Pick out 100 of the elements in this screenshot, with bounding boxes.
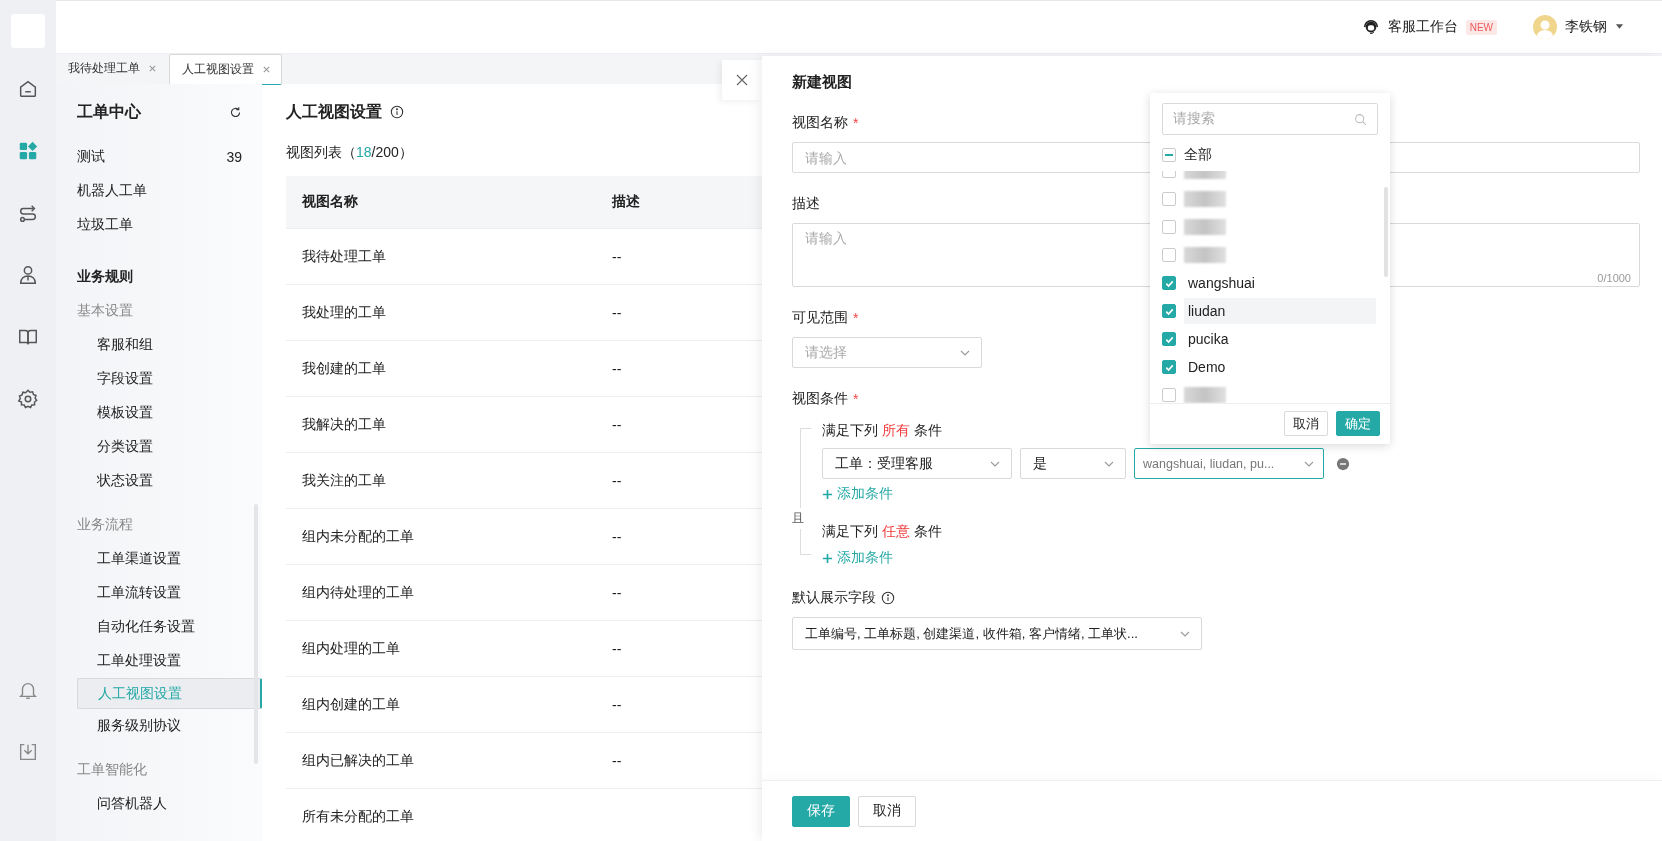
- nav-item[interactable]: 问答机器人: [77, 787, 262, 821]
- nav-item[interactable]: 字段设置: [77, 362, 262, 396]
- nav-item[interactable]: 客服和组: [77, 328, 262, 362]
- blurred-text: [1184, 191, 1226, 207]
- headset-icon[interactable]: [1361, 18, 1380, 36]
- column-header: 描述: [611, 193, 640, 211]
- cancel-button[interactable]: 取消: [1284, 411, 1328, 436]
- table-cell-text: 我待处理工单: [301, 247, 387, 266]
- apps-icon[interactable]: [17, 140, 39, 162]
- nav-item[interactable]: 状态设置: [77, 464, 262, 498]
- table-cell-text: 我关注的工单: [301, 471, 387, 490]
- tab[interactable]: 我待处理工单: [56, 54, 169, 84]
- table-cell-text: 所有未分配的工单: [301, 807, 415, 826]
- table-cell-text: --: [611, 640, 622, 657]
- plus-icon[interactable]: [822, 488, 833, 500]
- field-label: 描述: [792, 195, 820, 213]
- checkbox[interactable]: [1162, 332, 1176, 346]
- nav-item[interactable]: 工单流转设置: [77, 576, 262, 610]
- table-cell-text: --: [611, 416, 622, 433]
- table-cell-text: 组内待处理的工单: [301, 583, 415, 602]
- route-icon[interactable]: [17, 202, 39, 224]
- table-cell-text: 组内未分配的工单: [301, 527, 415, 546]
- condition-group-heading: 满足下列 所有 条件: [822, 422, 942, 440]
- avatar-icon[interactable]: [1533, 15, 1557, 39]
- table-cell-text: --: [611, 696, 622, 713]
- nav-item[interactable]: 自动化任务设置: [77, 610, 262, 644]
- download-icon[interactable]: [17, 741, 39, 763]
- table-cell-text: --: [611, 248, 622, 265]
- checkbox[interactable]: [1162, 360, 1176, 374]
- nav-item[interactable]: 服务级别协议: [77, 709, 262, 743]
- table-cell-text: 我解决的工单: [301, 415, 387, 434]
- caret-down-icon[interactable]: [1615, 24, 1624, 30]
- checkbox[interactable]: [1162, 192, 1176, 206]
- workbench-link[interactable]: 客服工作台: [1387, 18, 1458, 36]
- group-title: 业务流程: [77, 515, 134, 534]
- option-label[interactable]: pucika: [1184, 326, 1376, 352]
- table-cell-text: --: [611, 472, 622, 489]
- table-cell-text: 我创建的工单: [301, 359, 387, 378]
- close-icon[interactable]: [736, 74, 748, 86]
- cancel-button[interactable]: 取消: [858, 795, 916, 827]
- nav-item[interactable]: 工单处理设置: [77, 644, 262, 678]
- home-icon[interactable]: [17, 78, 39, 100]
- option-label[interactable]: Demo: [1184, 354, 1376, 380]
- nav-item[interactable]: 机器人工单: [77, 174, 262, 208]
- blurred-text: [1184, 387, 1226, 403]
- table-cell-text: 组内创建的工单: [301, 695, 401, 714]
- refresh-icon[interactable]: [229, 105, 242, 119]
- select-field[interactable]: 是: [1020, 448, 1126, 479]
- table-cell-text: --: [611, 584, 622, 601]
- nav-item[interactable]: 工单渠道设置: [77, 542, 262, 576]
- search-icon: [1354, 112, 1367, 126]
- blurred-text: [1184, 219, 1226, 235]
- table-cell-text: --: [611, 360, 622, 377]
- checkbox[interactable]: [1162, 276, 1176, 290]
- select-field[interactable]: wangshuai, liudan, pu...: [1134, 448, 1324, 479]
- settings-icon[interactable]: [17, 388, 39, 410]
- new-badge: NEW: [1465, 19, 1497, 35]
- person-icon[interactable]: [17, 264, 39, 286]
- select-field[interactable]: 工单：受理客服: [822, 448, 1012, 479]
- page-title: 人工视图设置: [286, 101, 382, 122]
- table-cell-text: --: [611, 304, 622, 321]
- checkbox[interactable]: [1162, 388, 1176, 402]
- tab[interactable]: 人工视图设置: [169, 54, 282, 85]
- character-counter: 0/1000: [1597, 272, 1631, 284]
- column-header: 视图名称: [301, 193, 359, 211]
- user-name[interactable]: 李铁钢: [1565, 18, 1607, 36]
- table-cell-text: 组内已解决的工单: [301, 751, 415, 770]
- section-heading: 业务规则: [77, 267, 134, 286]
- table-cell-text: 我处理的工单: [301, 303, 387, 322]
- blurred-text: [1184, 247, 1226, 263]
- remove-icon[interactable]: [1336, 456, 1350, 471]
- option-label[interactable]: 全部: [1184, 146, 1212, 164]
- list-count: 视图列表（18/200）: [286, 144, 413, 162]
- required-mark: *: [853, 115, 859, 131]
- nav-item[interactable]: 垃圾工单: [77, 208, 262, 242]
- checkbox[interactable]: [1162, 304, 1176, 318]
- close-icon[interactable]: [262, 65, 271, 74]
- checkbox[interactable]: [1162, 220, 1176, 234]
- nav-item[interactable]: 模板设置: [77, 396, 262, 430]
- nav-item[interactable]: 测试 39: [77, 140, 262, 174]
- select-field[interactable]: 工单编号, 工单标题, 创建渠道, 收件箱, 客户情绪, 工单状...: [792, 617, 1202, 650]
- connector-label: 且: [792, 508, 804, 529]
- checkbox[interactable]: [1162, 148, 1176, 162]
- info-icon: [390, 105, 404, 119]
- checkbox[interactable]: [1162, 248, 1176, 262]
- drawer-title: 新建视图: [792, 73, 853, 92]
- option-label[interactable]: liudan: [1184, 298, 1376, 324]
- field-label: 视图名称: [792, 114, 848, 132]
- condition-group-heading: 满足下列 任意 条件: [822, 523, 942, 541]
- group-title: 工单智能化: [77, 760, 148, 779]
- plus-icon[interactable]: [822, 552, 833, 564]
- required-mark: *: [853, 310, 859, 326]
- table-cell-text: --: [611, 752, 622, 769]
- nav-item[interactable]: 分类设置: [77, 430, 262, 464]
- field-label: 视图条件: [792, 390, 848, 408]
- close-icon[interactable]: [148, 63, 157, 73]
- nav-title: 工单中心: [77, 101, 141, 122]
- group-title: 基本设置: [77, 301, 134, 320]
- field-label: 默认展示字段: [792, 589, 876, 607]
- table-cell-text: --: [611, 528, 622, 545]
